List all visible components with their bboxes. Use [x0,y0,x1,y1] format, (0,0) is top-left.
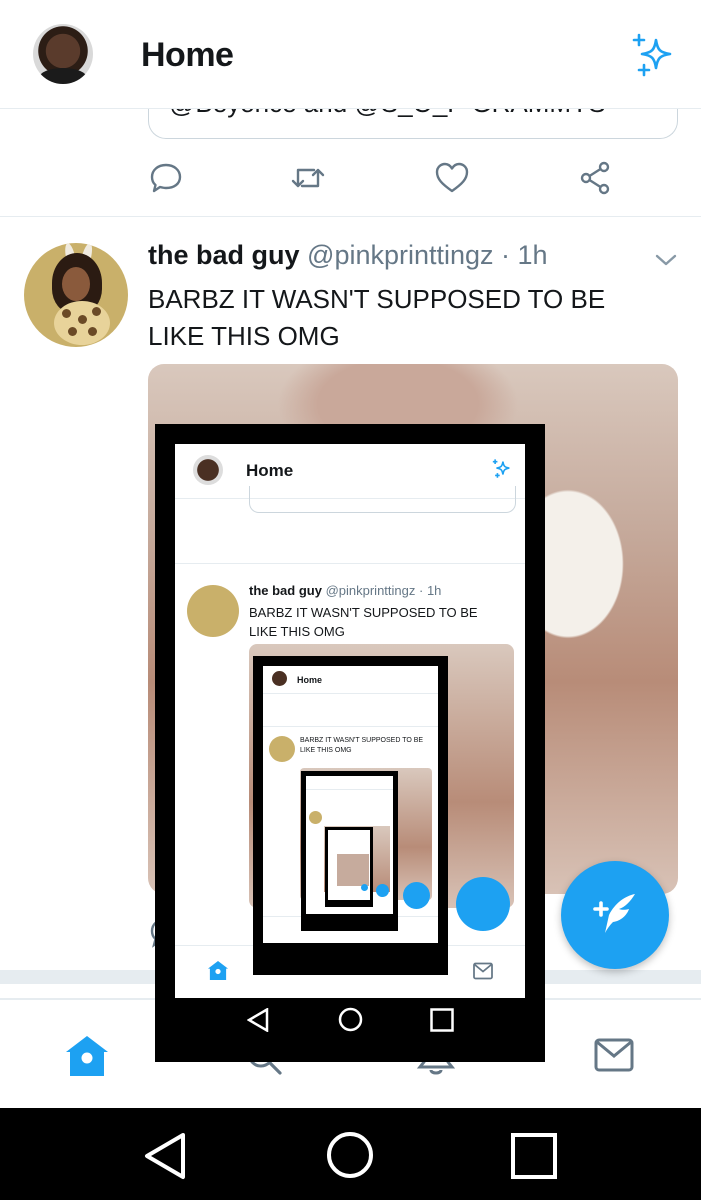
nested-home-nav-icon-1 [338,1007,363,1032]
nested-time-1: 1h [426,583,442,598]
tweet-header: the bad guy @pinkprinttingz · 1h [148,240,548,271]
nested-screenshot-3 [301,771,398,931]
compose-tweet-button[interactable] [561,861,669,969]
tweet-text: BARBZ IT WASN'T SUPPOSED TO BE LIKE THIS… [148,284,606,351]
nested-home-icon-1 [207,960,229,981]
system-navigation-bar [0,1108,701,1200]
nested-author-name-1: the bad guy [249,583,322,598]
tweet-time[interactable]: 1h [518,240,548,270]
back-nav-icon[interactable] [143,1132,187,1180]
sparkle-icon[interactable] [630,32,678,80]
nested-title-1: Home [246,461,294,480]
nested-screenshot-1: Home the bad guy @pinkprinttingz · 1h BA… [155,424,545,1062]
nested-mail-icon-1 [473,962,493,980]
nested-recents-icon-1 [430,1008,454,1032]
chevron-down-icon[interactable] [654,248,678,272]
retweet-icon[interactable] [290,160,326,196]
page-title: Home [141,36,234,74]
tweet-author-avatar[interactable] [24,243,128,347]
nested-screenshot-2: Home BARBZ IT WASN'T SUPPOSED TO BE LIKE… [253,656,448,975]
nested-separator-1: · [415,583,427,598]
like-icon[interactable] [434,160,470,196]
nested-tweet-text-1: BARBZ IT WASN'T SUPPOSED TO BE LIKE THIS… [249,605,478,639]
nested-avatar-1 [193,455,223,485]
home-nav-icon[interactable] [325,1130,375,1180]
home-tab-icon[interactable] [64,1034,110,1078]
messages-tab-icon[interactable] [594,1037,634,1073]
nested-tweet-avatar-1 [187,585,239,637]
share-icon[interactable] [577,160,613,196]
nested-fab-1 [456,877,510,931]
nested-sparkle-icon-1 [492,459,510,478]
reply-icon[interactable] [148,160,184,196]
nested-tweet-text-2: BARBZ IT WASN'T SUPPOSED TO BE LIKE THIS… [300,737,424,754]
profile-avatar[interactable] [33,24,93,84]
nested-handle-1: @pinkprinttingz [325,583,416,598]
author-handle[interactable]: @pinkprinttingz [307,240,494,270]
recents-nav-icon[interactable] [510,1132,558,1180]
nested-screenshot-4 [325,827,373,907]
author-name[interactable]: the bad guy [148,240,300,270]
top-app-bar: Home [0,0,701,109]
tweet-divider [0,216,701,217]
nested-title-2: Home [297,675,323,685]
compose-feather-icon [593,894,635,933]
separator: · [493,240,518,270]
nested-tweet-header-1: the bad guy @pinkprinttingz · 1h [249,583,441,598]
nested-back-icon-1 [247,1008,269,1032]
